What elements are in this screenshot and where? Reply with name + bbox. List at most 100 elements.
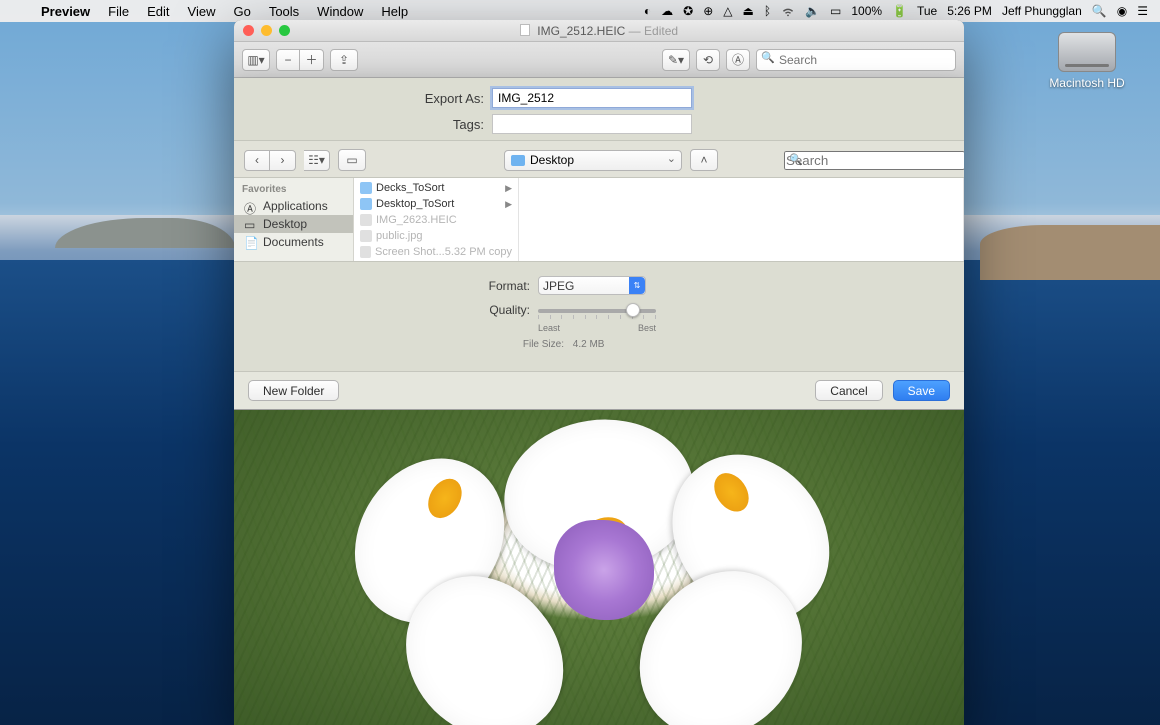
- status-icon[interactable]: ⏏: [743, 4, 754, 18]
- zoom-button[interactable]: [279, 25, 290, 36]
- file-item[interactable]: public.jpg: [354, 228, 518, 244]
- image-icon: [360, 214, 372, 226]
- export-sheet: Export As: Tags: ‹ › ☷▾ ▭ Desktop ˄: [234, 78, 964, 410]
- share-button[interactable]: ⇪: [330, 49, 358, 71]
- disk-icon: [1058, 32, 1116, 72]
- quality-best-label: Best: [638, 323, 656, 333]
- clock-time[interactable]: 5:26 PM: [947, 4, 992, 18]
- rotate-button[interactable]: ⟲: [696, 49, 720, 71]
- document-icon: [520, 24, 530, 36]
- sheet-search-input[interactable]: [784, 151, 964, 170]
- menu-tools[interactable]: Tools: [260, 4, 308, 19]
- slider-thumb[interactable]: [626, 303, 640, 317]
- filesize-label: File Size:: [508, 339, 564, 350]
- file-item[interactable]: Screen Shot...5.32 PM copy: [354, 244, 518, 260]
- filesize-value: 4.2 MB: [573, 339, 605, 350]
- chevron-updown-icon: ⇅: [629, 277, 645, 294]
- disk-label: Macintosh HD: [1048, 76, 1126, 90]
- menu-view[interactable]: View: [179, 4, 225, 19]
- status-icon[interactable]: ✪: [683, 4, 693, 18]
- minimize-button[interactable]: [261, 25, 272, 36]
- menu-file[interactable]: File: [99, 4, 138, 19]
- location-popup[interactable]: Desktop: [504, 150, 682, 171]
- spotlight-icon[interactable]: 🔍: [1092, 4, 1107, 18]
- file-item[interactable]: seedandspar...ationdeck.pdf: [354, 260, 518, 261]
- tags-input[interactable]: [492, 114, 692, 134]
- new-folder-button[interactable]: New Folder: [248, 380, 339, 401]
- save-button[interactable]: Save: [893, 380, 950, 401]
- folder-icon: [360, 198, 372, 210]
- zoom-out-button[interactable]: −: [276, 49, 300, 71]
- markup-button[interactable]: Ⓐ: [726, 49, 750, 71]
- sheet-nav-row: ‹ › ☷▾ ▭ Desktop ˄: [234, 140, 964, 178]
- browser-column-1: Decks_ToSort▶ Desktop_ToSort▶ IMG_2623.H…: [354, 178, 519, 261]
- menu-help[interactable]: Help: [372, 4, 417, 19]
- menu-window[interactable]: Window: [308, 4, 372, 19]
- highlight-button[interactable]: ✎▾: [662, 49, 690, 71]
- window-controls: [243, 25, 290, 36]
- quality-slider[interactable]: [538, 301, 656, 319]
- menu-bar: Preview File Edit View Go Tools Window H…: [0, 0, 1160, 22]
- status-icon[interactable]: △: [723, 4, 732, 18]
- sheet-footer: New Folder Cancel Save: [234, 371, 964, 409]
- quality-label: Quality:: [234, 303, 538, 317]
- collapse-button[interactable]: ˄: [690, 149, 718, 171]
- bluetooth-icon[interactable]: ᛒ: [764, 4, 771, 18]
- view-mode-button[interactable]: ☷▾: [304, 150, 330, 171]
- file-item[interactable]: Decks_ToSort▶: [354, 180, 518, 196]
- image-icon: [360, 246, 371, 258]
- quality-least-label: Least: [538, 323, 560, 333]
- group-button[interactable]: ▭: [338, 149, 366, 171]
- export-as-label: Export As:: [252, 91, 492, 106]
- file-browser: Favorites Ⓐ Applications ▭ Desktop 📄 Doc…: [234, 178, 964, 262]
- file-item[interactable]: Desktop_ToSort▶: [354, 196, 518, 212]
- close-button[interactable]: [243, 25, 254, 36]
- wifi-icon[interactable]: [781, 4, 795, 18]
- status-icon[interactable]: ⊕: [703, 4, 713, 18]
- clock-day: Tue: [917, 4, 937, 18]
- preview-window: IMG_2512.HEIC — Edited ▥▾ − ＋ ⇪ ✎▾ ⟲ Ⓐ E…: [234, 20, 964, 725]
- status-icon[interactable]: ☁︎: [661, 4, 673, 18]
- user-menu[interactable]: Jeff Phungglan: [1002, 4, 1082, 18]
- folder-icon: [360, 182, 372, 194]
- applications-icon: Ⓐ: [244, 200, 258, 212]
- sidebar-item-documents[interactable]: 📄 Documents: [234, 233, 353, 251]
- folder-icon: [511, 155, 525, 166]
- volume-icon[interactable]: 🔈: [805, 4, 820, 18]
- back-button[interactable]: ‹: [244, 150, 270, 171]
- siri-icon[interactable]: ◉: [1117, 4, 1127, 18]
- forward-button[interactable]: ›: [270, 150, 296, 171]
- location-name: Desktop: [530, 153, 574, 167]
- window-title: IMG_2512.HEIC — Edited: [520, 24, 678, 38]
- cancel-button[interactable]: Cancel: [815, 380, 882, 401]
- status-icon[interactable]: ◐: [644, 4, 651, 18]
- export-options: Format: JPEG ⇅ Quality: Least Best Fi: [234, 262, 964, 356]
- window-toolbar: ▥▾ − ＋ ⇪ ✎▾ ⟲ Ⓐ: [234, 42, 964, 78]
- browser-column-2: [519, 178, 964, 261]
- sidebar-item-desktop[interactable]: ▭ Desktop: [234, 215, 353, 233]
- documents-icon: 📄: [244, 236, 258, 248]
- toolbar-search: [756, 49, 956, 71]
- window-titlebar[interactable]: IMG_2512.HEIC — Edited: [234, 20, 964, 42]
- desktop-disk-macintosh-hd[interactable]: Macintosh HD: [1048, 32, 1126, 90]
- sidebar-item-applications[interactable]: Ⓐ Applications: [234, 197, 353, 215]
- format-label: Format:: [234, 279, 538, 293]
- menu-edit[interactable]: Edit: [138, 4, 178, 19]
- export-as-input[interactable]: [492, 88, 692, 108]
- image-canvas[interactable]: [234, 410, 964, 725]
- zoom-in-button[interactable]: ＋: [300, 49, 324, 71]
- sidebar-toggle-button[interactable]: ▥▾: [242, 49, 270, 71]
- app-menu[interactable]: Preview: [32, 4, 99, 19]
- tags-label: Tags:: [252, 117, 492, 132]
- toolbar-search-input[interactable]: [756, 49, 956, 71]
- image-icon: [360, 230, 372, 242]
- display-icon[interactable]: ▭: [830, 4, 841, 18]
- format-select[interactable]: JPEG ⇅: [538, 276, 646, 295]
- sidebar-header-favorites: Favorites: [234, 182, 353, 197]
- file-item[interactable]: IMG_2623.HEIC: [354, 212, 518, 228]
- notification-center-icon[interactable]: ☰: [1137, 4, 1148, 18]
- menu-go[interactable]: Go: [224, 4, 259, 19]
- battery-percent: 100%: [851, 4, 882, 18]
- battery-icon[interactable]: 🔋: [892, 4, 907, 18]
- browser-sidebar: Favorites Ⓐ Applications ▭ Desktop 📄 Doc…: [234, 178, 354, 261]
